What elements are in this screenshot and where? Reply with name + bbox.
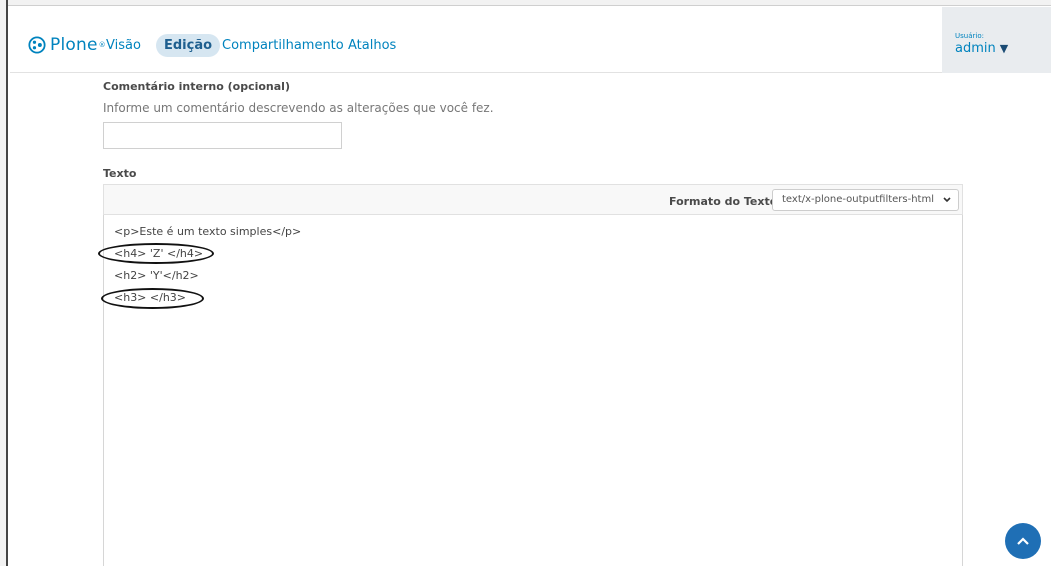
code-line: <p>Este é um texto simples</p> bbox=[114, 225, 302, 238]
chevron-down-icon bbox=[943, 197, 951, 203]
window-top-edge bbox=[0, 0, 1051, 6]
window-left-edge bbox=[0, 0, 8, 566]
text-field-label: Texto bbox=[103, 167, 137, 180]
editor-toolbar: Formato do Texto text/x-plone-outputfilt… bbox=[103, 184, 963, 215]
nav-visao[interactable]: Visão bbox=[106, 38, 141, 53]
nav-atalhos[interactable]: Atalhos bbox=[348, 38, 396, 53]
highlight-ellipse bbox=[98, 243, 214, 264]
highlight-ellipse bbox=[101, 288, 204, 309]
comment-help-text: Informe um comentário descrevendo as alt… bbox=[103, 101, 494, 115]
user-name[interactable]: admin ▼ bbox=[955, 41, 1008, 56]
nav-edicao[interactable]: Edição bbox=[156, 34, 221, 57]
text-format-value: text/x-plone-outputfilters-html bbox=[782, 194, 935, 205]
comment-input[interactable] bbox=[103, 122, 342, 149]
nav-compartilhamento[interactable]: Compartilhamento bbox=[222, 38, 344, 53]
scroll-to-top-button[interactable] bbox=[1005, 523, 1041, 559]
user-name-text: admin bbox=[955, 41, 996, 56]
plone-logo[interactable]: Plone ® bbox=[28, 35, 106, 55]
comment-label: Comentário interno (opcional) bbox=[103, 80, 290, 93]
caret-down-icon: ▼ bbox=[999, 42, 1009, 55]
text-format-select[interactable]: text/x-plone-outputfilters-html bbox=[772, 189, 959, 211]
text-editor[interactable]: <p>Este é um texto simples</p> <h4> 'Z' … bbox=[98, 215, 963, 566]
code-line: <h2> 'Y'</h2> bbox=[114, 269, 199, 282]
logo-registered-mark: ® bbox=[98, 41, 106, 49]
top-toolbar: Plone ® Visão Edição Compartilhamento Ata… bbox=[10, 7, 1051, 73]
plone-logo-icon bbox=[28, 36, 46, 54]
chevron-up-icon bbox=[1017, 537, 1029, 545]
text-format-label: Formato do Texto bbox=[669, 195, 778, 208]
user-label: Usuário: bbox=[955, 32, 984, 40]
logo-text: Plone bbox=[50, 35, 98, 55]
user-menu[interactable]: Usuário: admin ▼ bbox=[942, 7, 1051, 73]
